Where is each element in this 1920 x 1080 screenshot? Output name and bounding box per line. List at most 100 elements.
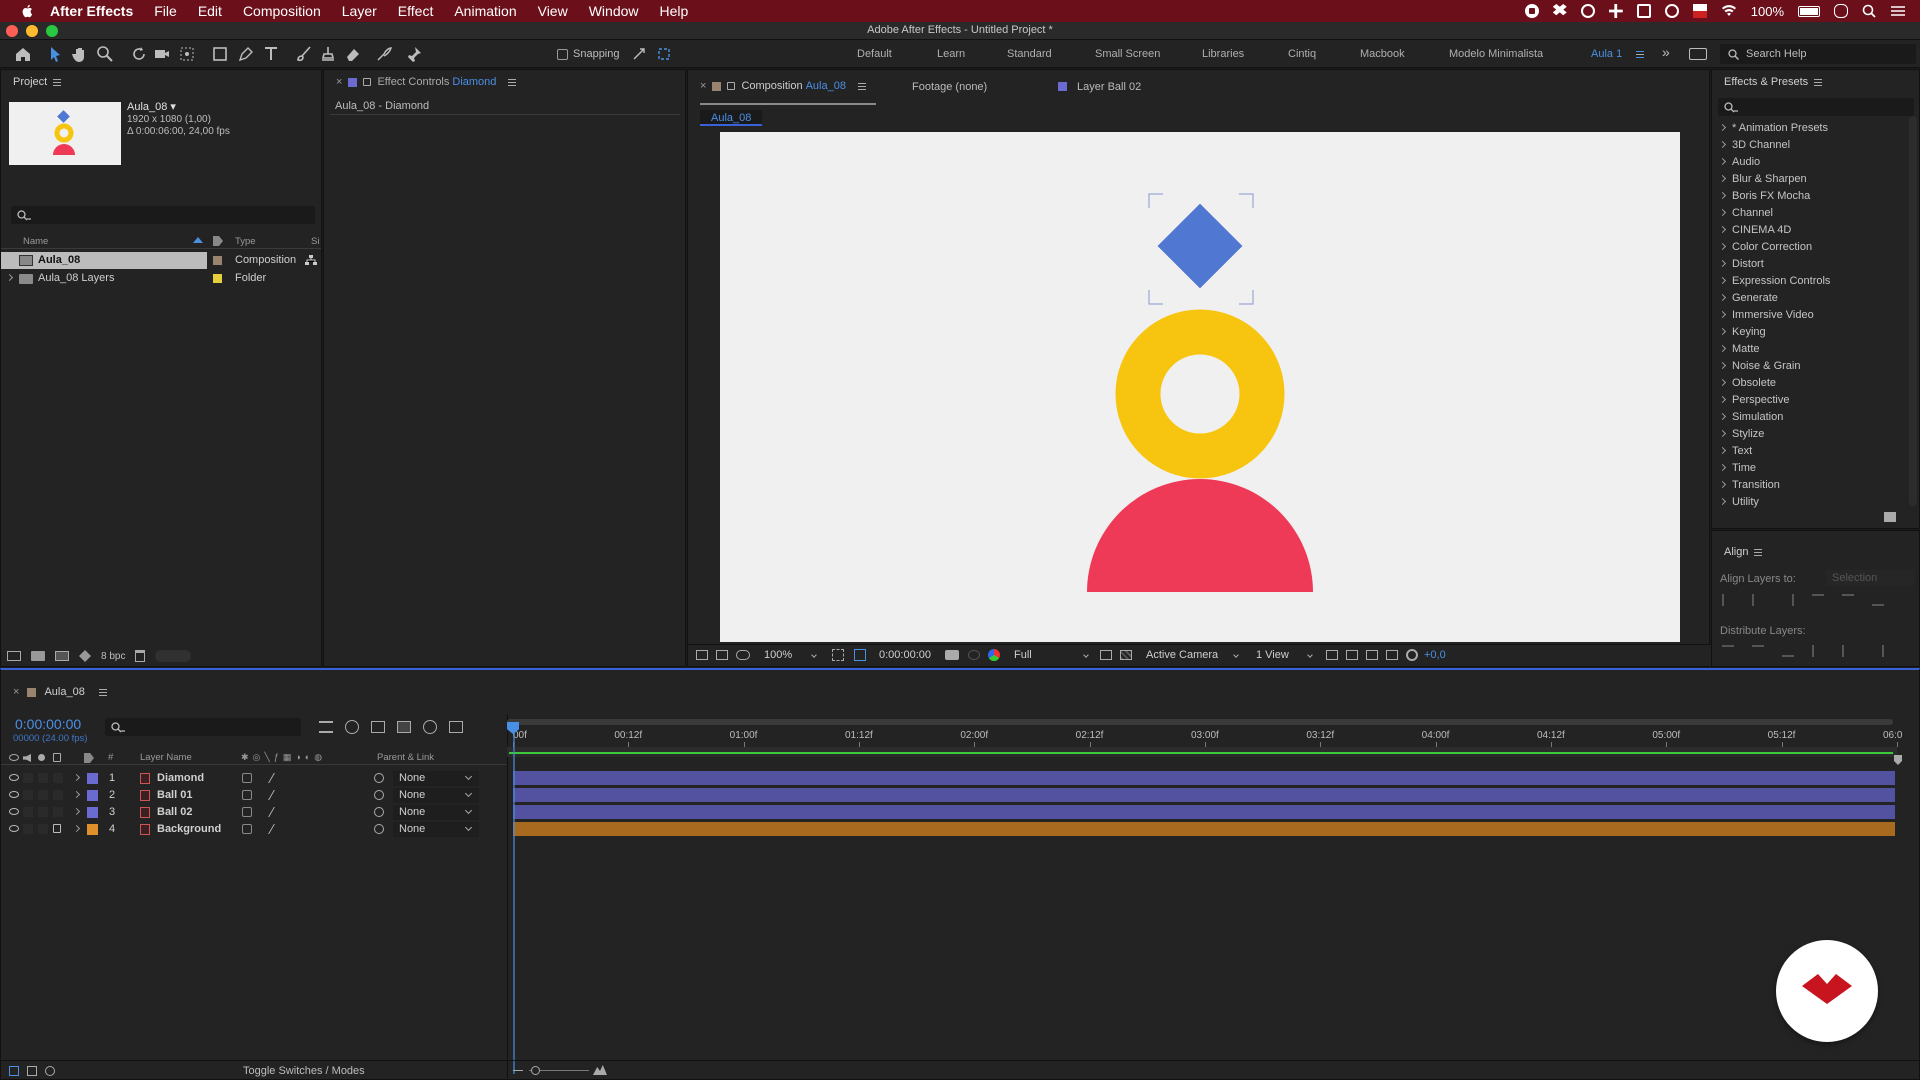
shy-layers-icon[interactable] [371,721,385,733]
snapshot-icon[interactable] [945,650,959,660]
effect-controls-tab-layer[interactable]: Diamond [452,76,496,88]
apple-icon[interactable] [18,4,38,18]
label-color-swatch[interactable] [213,256,222,265]
composition-tab-prefix[interactable]: Composition [741,80,802,92]
rotate-tool-icon[interactable] [130,45,148,63]
fx-category[interactable]: 3D Channel [1712,136,1908,153]
fx-category[interactable]: Obsolete [1712,374,1908,391]
camera-dropdown-icon[interactable] [1233,652,1239,658]
switches-header-icons[interactable]: ✱◎╲ƒ▦◑◐◍ [241,752,326,763]
in-out-toggle-icon[interactable] [45,1066,55,1076]
lock-icon[interactable] [727,82,736,90]
label-column-icon[interactable] [213,236,223,246]
timeline-tab[interactable]: Aula_08 [44,686,84,698]
menu-effect[interactable]: Effect [398,3,434,19]
distribute-right-icon[interactable] [1872,645,1884,657]
home-icon[interactable] [14,45,32,63]
clone-stamp-tool-icon[interactable] [319,45,337,63]
fx-category[interactable]: Boris FX Mocha [1712,187,1908,204]
vr-icon[interactable] [736,650,750,660]
comp-mini-flowchart-icon[interactable] [319,721,333,733]
quality-switch-icon[interactable] [268,807,284,817]
battery-icon[interactable] [1798,5,1820,17]
gamepad-icon[interactable] [1608,4,1623,18]
close-tab-icon[interactable]: × [700,80,706,92]
workspace-standard[interactable]: Standard [1007,48,1052,60]
layer-row[interactable]: 1 Diamond None [1,770,506,787]
view-dropdown-icon[interactable] [1307,652,1313,658]
zoom-level[interactable]: 100% [764,649,792,661]
work-area-bar[interactable] [507,719,1893,725]
pick-whip-icon[interactable] [374,807,384,817]
parent-dropdown[interactable]: None [393,822,479,837]
sort-ascending-icon[interactable] [193,237,203,243]
label-color-swatch[interactable] [87,807,98,818]
menu-app-name[interactable]: After Effects [50,3,133,19]
expand-chevron-icon[interactable] [72,790,81,799]
resolution-dropdown-icon[interactable] [1083,652,1089,658]
transparency-grid-icon[interactable] [1120,650,1132,660]
pick-whip-icon[interactable] [374,773,384,783]
graph-editor-icon[interactable] [449,721,463,733]
current-time-display[interactable]: 0:00:00:00 [879,649,931,661]
eye-icon[interactable] [9,808,19,815]
collapse-switch-icon[interactable] [242,790,252,800]
close-tab-icon[interactable]: × [336,76,342,88]
fx-category[interactable]: CINEMA 4D [1712,221,1908,238]
fx-category[interactable]: Text [1712,442,1908,459]
motion-blur-icon[interactable] [423,720,437,734]
solo-switch[interactable] [38,807,48,817]
layer-viewer-tab[interactable]: Layer Ball 02 [1077,81,1141,93]
solo-header-icon[interactable] [38,754,45,761]
fx-category[interactable]: Stylize [1712,425,1908,442]
quality-switch-icon[interactable] [268,773,284,783]
record-icon[interactable] [1524,4,1539,18]
layer-duration-bar[interactable] [513,822,1895,836]
timeline-search-input[interactable] [105,718,301,736]
solo-switch[interactable] [38,824,48,834]
pen-tool-icon[interactable] [237,45,255,63]
fx-category[interactable]: Blur & Sharpen [1712,170,1908,187]
selection-tool-icon[interactable] [46,45,64,63]
interpret-footage-icon[interactable] [7,651,21,661]
fit-icon[interactable] [832,649,844,661]
wifi-icon[interactable] [1721,5,1737,17]
snap-features-icon[interactable] [655,45,673,63]
collapse-switch-icon[interactable] [242,773,252,783]
snap-edges-icon[interactable] [630,45,648,63]
menu-edit[interactable]: Edit [198,3,222,19]
fx-category[interactable]: Keying [1712,323,1908,340]
layer-name[interactable]: Ball 01 [157,789,192,801]
footage-tab[interactable]: Footage (none) [912,81,987,93]
fx-category[interactable]: Simulation [1712,408,1908,425]
column-number[interactable]: # [108,752,113,763]
project-tab[interactable]: Project [13,76,47,88]
timeline-zoom-thumb[interactable] [531,1066,540,1075]
pick-whip-icon[interactable] [374,824,384,834]
project-scroll-thumb[interactable] [155,650,192,662]
layer-duration-bar[interactable] [513,788,1895,802]
fast-previews-icon[interactable] [1100,650,1112,660]
effects-menu-icon[interactable] [1814,78,1823,86]
collapse-switch-icon[interactable] [242,824,252,834]
control-center-icon[interactable] [1890,4,1906,18]
puppet-pin-tool-icon[interactable] [405,45,423,63]
fx-category[interactable]: Utility [1712,493,1908,510]
region-of-interest-icon[interactable] [854,649,866,661]
align-top-icon[interactable] [1812,594,1824,606]
workspace-libraries[interactable]: Libraries [1202,48,1244,60]
snapping-checkbox[interactable] [557,49,568,60]
audio-switch-header-icon[interactable] [23,754,31,762]
primary-viewer-icon[interactable] [716,650,728,660]
eraser-tool-icon[interactable] [344,45,362,63]
type-tool-icon[interactable] [262,45,280,63]
bit-depth-button[interactable]: 8 bpc [101,651,125,662]
effects-scrollbar[interactable] [1909,116,1917,506]
view-layout-dropdown[interactable]: 1 View [1256,649,1289,661]
project-search-input[interactable] [11,206,315,224]
display-icon[interactable] [1636,4,1651,18]
fx-category[interactable]: Color Correction [1712,238,1908,255]
column-parent-link[interactable]: Parent & Link [377,752,434,763]
align-horizontal-center-icon[interactable] [1752,594,1764,606]
parent-dropdown[interactable]: None [393,771,479,786]
